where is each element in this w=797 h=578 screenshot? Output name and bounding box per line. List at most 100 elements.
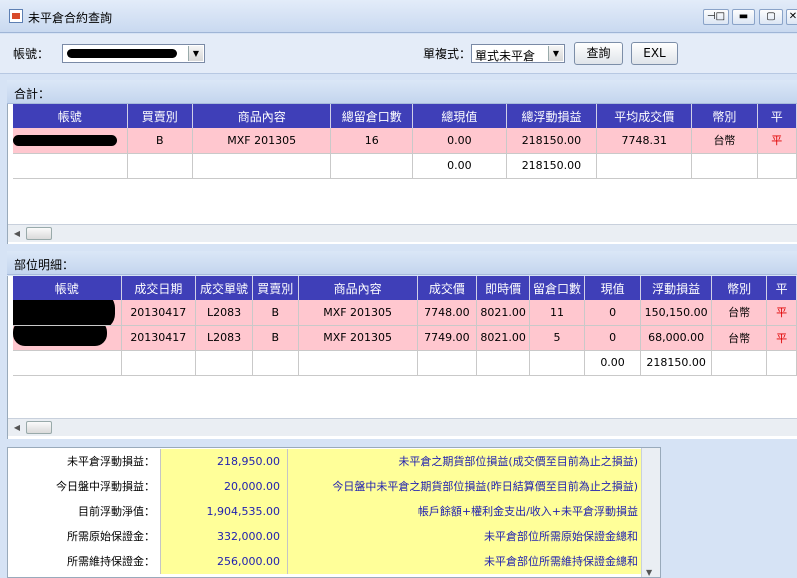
- totals-desc: 帳戶餘額+權利金支出/收入+未平倉浮動損益: [288, 499, 642, 524]
- redacted-account: [67, 49, 177, 58]
- totals-label: 目前浮動淨值：: [8, 499, 161, 524]
- cell: 0.00: [412, 153, 507, 179]
- chevron-down-icon[interactable]: ▼: [548, 46, 563, 61]
- cell: 台幣: [691, 128, 758, 154]
- minimize-button[interactable]: ▬: [732, 9, 755, 25]
- table-row[interactable]: 0.00 218150.00: [13, 153, 797, 179]
- totals-value: 256,000.00: [161, 549, 288, 574]
- col-header[interactable]: 買賣別: [252, 276, 299, 300]
- col-header[interactable]: 帳號: [13, 104, 128, 128]
- cell: 平: [766, 300, 797, 326]
- chevron-left-icon[interactable]: ◀: [10, 421, 24, 434]
- col-header[interactable]: 帳號: [13, 276, 122, 300]
- cell: [757, 153, 797, 179]
- col-header[interactable]: 平均成交價: [596, 104, 693, 128]
- col-header[interactable]: 成交價: [417, 276, 478, 300]
- account-select[interactable]: ▼: [62, 44, 205, 63]
- col-header[interactable]: 成交日期: [121, 276, 197, 300]
- cell: 8021.00: [476, 325, 531, 351]
- redacted-account: [13, 135, 117, 146]
- cell: 150,150.00: [640, 300, 713, 326]
- summary-table: 帳號 買賣別 商品內容 總留倉口數 總現值 總浮動損益 平均成交價 幣別 平 B…: [13, 104, 797, 179]
- totals-vscrollbar[interactable]: ▼: [641, 448, 660, 577]
- scroll-thumb[interactable]: [26, 421, 52, 434]
- table-row[interactable]: 20130417 L2083 B MXF 201305 7749.00 8021…: [13, 325, 797, 351]
- cell: 8021.00: [476, 300, 531, 326]
- totals-label: 今日盤中浮動損益：: [8, 474, 161, 499]
- cell: MXF 201305: [298, 325, 418, 351]
- redacted-account: [13, 325, 107, 346]
- cell: 0.00: [412, 128, 507, 154]
- redacted-account: [13, 300, 115, 324]
- chevron-left-icon[interactable]: ◀: [10, 227, 24, 240]
- cell: 16: [330, 128, 413, 154]
- close-button[interactable]: ✕: [786, 9, 797, 25]
- cell: L2083: [195, 325, 253, 351]
- col-header[interactable]: 總現值: [412, 104, 507, 128]
- main-window: 未平倉合約查詢 ⊣□ ▬ ▢ ✕ 帳號： ▼ 單複式： 單式未平倉 ▼ 查詢 E…: [0, 0, 797, 578]
- cell: [330, 153, 413, 179]
- table-row[interactable]: 20130417 L2083 B MXF 201305 7748.00 8021…: [13, 300, 797, 326]
- detail-section-title: 部位明細：: [14, 258, 75, 272]
- cell: [13, 153, 128, 179]
- cell: 台幣: [711, 300, 768, 326]
- cell: L2083: [195, 300, 253, 326]
- cell: [529, 350, 585, 376]
- totals-row: 今日盤中浮動損益： 20,000.00 今日盤中未平倉之期貨部位損益(昨日結算價…: [8, 474, 660, 499]
- cell: 7748.31: [596, 128, 693, 154]
- account-label: 帳號：: [13, 47, 50, 61]
- query-button[interactable]: 查詢: [574, 42, 623, 65]
- totals-desc: 今日盤中未平倉之期貨部位損益(昨日結算價至目前為止之損益): [288, 474, 642, 499]
- totals-desc: 未平倉部位所需維持保證金總和: [288, 549, 642, 574]
- col-header[interactable]: 總留倉口數: [330, 104, 413, 128]
- summary-grid[interactable]: 帳號 買賣別 商品內容 總留倉口數 總現值 總浮動損益 平均成交價 幣別 平 B…: [7, 104, 797, 244]
- cell: MXF 201305: [298, 300, 418, 326]
- totals-desc: 未平倉之期貨部位損益(成交價至目前為止之損益): [288, 449, 642, 474]
- col-header[interactable]: 即時價: [476, 276, 531, 300]
- app-icon: [9, 9, 23, 23]
- cell: 0: [584, 325, 642, 351]
- table-row[interactable]: 0.00 218150.00: [13, 350, 797, 376]
- detail-hscrollbar[interactable]: ◀: [8, 418, 797, 436]
- col-header[interactable]: 留倉口數: [529, 276, 585, 300]
- detail-section-header: 部位明細：: [7, 251, 797, 275]
- cell: MXF 201305: [192, 128, 332, 154]
- col-header[interactable]: 成交單號: [195, 276, 253, 300]
- col-header[interactable]: 商品內容: [192, 104, 332, 128]
- excel-button[interactable]: EXL: [631, 42, 678, 65]
- chevron-down-icon[interactable]: ▼: [646, 568, 652, 577]
- cell: [252, 350, 299, 376]
- query-toolbar: 帳號： ▼ 單複式： 單式未平倉 ▼ 查詢 EXL: [0, 34, 797, 74]
- chevron-down-icon[interactable]: ▼: [188, 46, 203, 61]
- maximize-button[interactable]: ▢: [759, 9, 783, 25]
- col-header[interactable]: 商品內容: [298, 276, 418, 300]
- cell: [127, 153, 193, 179]
- cell: 7748.00: [417, 300, 478, 326]
- col-header[interactable]: 總浮動損益: [506, 104, 598, 128]
- col-header[interactable]: 幣別: [691, 104, 758, 128]
- cell: 平: [757, 128, 797, 154]
- pin-icon[interactable]: ⊣□: [703, 9, 729, 25]
- totals-label: 未平倉浮動損益：: [8, 449, 161, 474]
- scroll-thumb[interactable]: [26, 227, 52, 240]
- col-header[interactable]: 平: [766, 276, 797, 300]
- summary-header-row: 帳號 買賣別 商品內容 總留倉口數 總現值 總浮動損益 平均成交價 幣別 平: [13, 104, 797, 128]
- summary-hscrollbar[interactable]: ◀: [8, 224, 797, 242]
- totals-panel: 未平倉浮動損益： 218,950.00 未平倉之期貨部位損益(成交價至目前為止之…: [7, 447, 661, 578]
- format-select-value: 單式未平倉: [475, 49, 536, 63]
- detail-grid[interactable]: 帳號 成交日期 成交單號 買賣別 商品內容 成交價 即時價 留倉口數 現值 浮動…: [7, 276, 797, 439]
- col-header[interactable]: 幣別: [711, 276, 768, 300]
- col-header[interactable]: 現值: [584, 276, 642, 300]
- format-label: 單複式：: [423, 47, 472, 61]
- format-select[interactable]: 單式未平倉 ▼: [471, 44, 565, 63]
- col-header[interactable]: 浮動損益: [640, 276, 713, 300]
- table-row[interactable]: B MXF 201305 16 0.00 218150.00 7748.31 台…: [13, 128, 797, 154]
- cell: [417, 350, 478, 376]
- col-header[interactable]: 買賣別: [127, 104, 193, 128]
- detail-table: 帳號 成交日期 成交單號 買賣別 商品內容 成交價 即時價 留倉口數 現值 浮動…: [13, 276, 797, 376]
- col-header[interactable]: 平: [757, 104, 797, 128]
- totals-row: 目前浮動淨值： 1,904,535.00 帳戶餘額+權利金支出/收入+未平倉浮動…: [8, 499, 660, 524]
- cell: B: [252, 300, 299, 326]
- summary-section-header: 合計：: [7, 80, 797, 104]
- cell-account: [13, 300, 122, 326]
